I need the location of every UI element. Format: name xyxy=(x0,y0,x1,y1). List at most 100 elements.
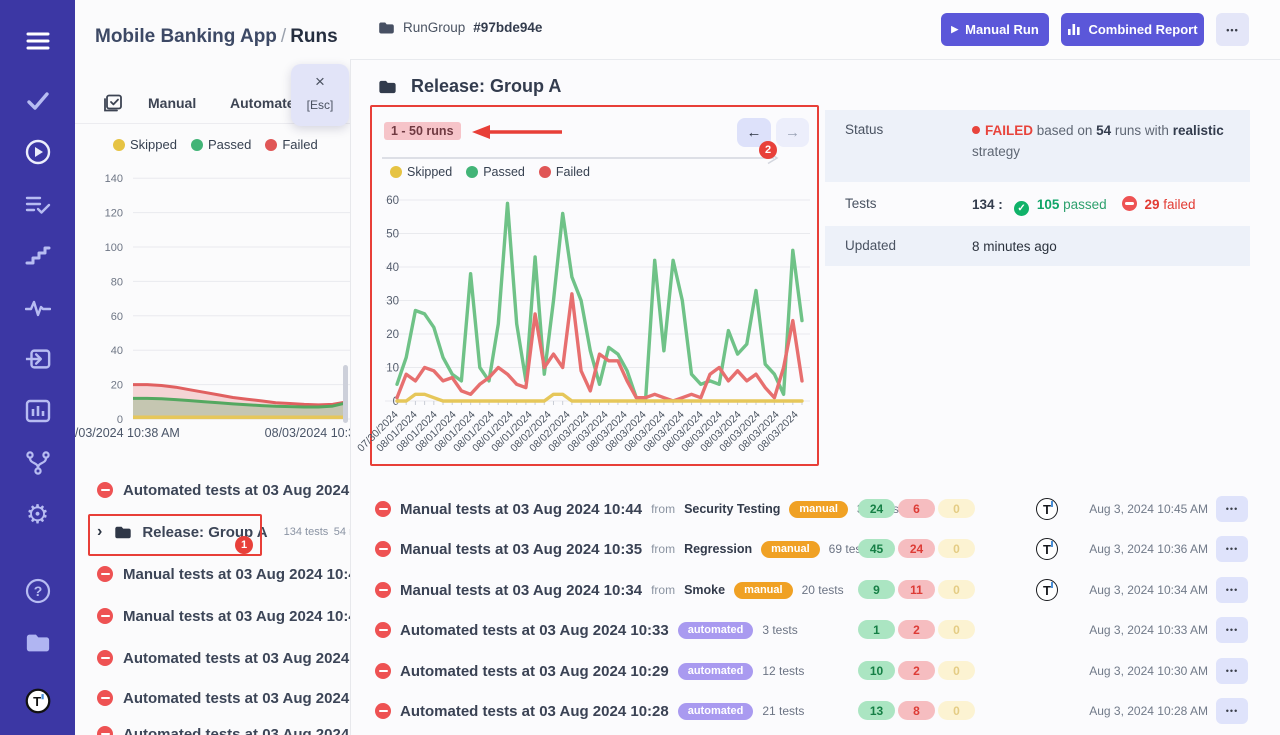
svg-text:0: 0 xyxy=(117,414,123,425)
run-type-badge: manual xyxy=(734,582,793,599)
from-suite[interactable]: Security Testing xyxy=(684,502,780,516)
import-icon[interactable] xyxy=(25,346,51,372)
close-icon[interactable]: × xyxy=(291,72,349,92)
next-page-button[interactable]: → xyxy=(776,118,809,147)
failed-status-icon xyxy=(375,663,391,679)
play-icon: ▶ xyxy=(951,24,958,35)
checklist-icon[interactable] xyxy=(103,94,123,119)
scrollbar[interactable] xyxy=(343,365,348,423)
failed-status-icon xyxy=(375,582,391,598)
svg-text:80: 80 xyxy=(111,276,123,288)
run-list-item[interactable]: Manual tests at 03 Aug 2024 10:43 xyxy=(97,562,351,586)
tests-value: 134 : ✓ 105 passed 29 failed xyxy=(972,184,1250,224)
svg-text:40: 40 xyxy=(111,345,123,357)
svg-text:120: 120 xyxy=(105,208,123,220)
run-row: Automated tests at 03 Aug 2024 10:28 auto… xyxy=(350,691,1280,731)
failed-dot xyxy=(265,139,277,151)
row-more-button[interactable]: ••• xyxy=(1216,617,1248,643)
run-title[interactable]: Automated tests at 03 Aug 2024 10:28 xyxy=(400,703,669,720)
run-title[interactable]: Automated tests at 03 Aug 2024 10 xyxy=(123,690,351,707)
branch-icon[interactable] xyxy=(25,450,51,476)
combined-report-button[interactable]: Combined Report xyxy=(1061,13,1204,46)
menu-icon[interactable] xyxy=(25,28,51,54)
back-arrow-icon: ← xyxy=(747,124,762,141)
close-panel-button[interactable]: × [Esc] xyxy=(291,64,349,126)
row-more-button[interactable]: ••• xyxy=(1216,536,1248,562)
help-icon[interactable]: ? xyxy=(25,578,51,604)
skipped-dot xyxy=(113,139,125,151)
logo-icon[interactable]: T xyxy=(25,688,51,714)
annotation-badge-2: 2 xyxy=(759,141,777,159)
row-more-button[interactable]: ••• xyxy=(1216,698,1248,724)
steps-icon[interactable] xyxy=(25,243,51,269)
more-icon: ••• xyxy=(1226,625,1238,635)
run-title[interactable]: Manual tests at 03 Aug 2024 10:44 xyxy=(400,501,642,518)
status-row: Status FAILED based on 54 runs with real… xyxy=(825,110,1250,182)
run-title[interactable]: Automated tests at 03 Aug 2024 1 xyxy=(123,726,351,735)
run-row: Manual tests at 03 Aug 2024 10:35fromReg… xyxy=(350,529,1280,569)
runs-range-label: 1 - 50 runs xyxy=(384,122,461,140)
run-title[interactable]: Automated tests at 03 Aug 2024 10 xyxy=(123,482,351,499)
from-suite[interactable]: Regression xyxy=(684,542,752,556)
run-date: Aug 3, 2024 10:36 AM xyxy=(1089,542,1208,556)
rungroup-header: RunGroup #97bde94e ▶ Manual Run Combined… xyxy=(350,0,1280,60)
run-list-item[interactable]: Automated tests at 03 Aug 2024 10 xyxy=(97,646,351,670)
avatar[interactable]: T xyxy=(1036,579,1058,601)
run-type-badge: automated xyxy=(678,703,754,720)
run-title[interactable]: Automated tests at 03 Aug 2024 10:33 xyxy=(400,622,669,639)
failed-dot xyxy=(539,166,551,178)
status-value: FAILED based on 54 runs with realistic s… xyxy=(972,110,1250,182)
skipped-dot xyxy=(390,166,402,178)
row-more-button[interactable]: ••• xyxy=(1216,577,1248,603)
more-icon: ••• xyxy=(1226,504,1238,514)
chevron-right-icon[interactable]: › xyxy=(97,523,102,541)
timeline-arrow-icon xyxy=(382,151,784,165)
row-more-button[interactable]: ••• xyxy=(1216,658,1248,684)
gear-icon[interactable]: ⚙ xyxy=(25,501,51,527)
failed-status-icon xyxy=(375,501,391,517)
section-header: Release: Group A xyxy=(378,76,561,97)
manual-run-button[interactable]: ▶ Manual Run xyxy=(941,13,1049,46)
run-title[interactable]: Manual tests at 03 Aug 2024 10:43 xyxy=(123,566,351,583)
from-suite[interactable]: Smoke xyxy=(684,583,725,597)
run-type-badge: manual xyxy=(761,541,820,558)
run-list-item[interactable]: Automated tests at 03 Aug 2024 10 xyxy=(97,478,351,502)
list-check-icon[interactable] xyxy=(25,192,51,218)
run-date: Aug 3, 2024 10:45 AM xyxy=(1089,502,1208,516)
run-list-item[interactable]: Manual tests at 03 Aug 2024 10:42 xyxy=(97,604,351,628)
section-title: Release: Group A xyxy=(411,76,561,97)
run-group-item[interactable]: ›Release: Group A134 tests 54 r xyxy=(97,520,351,544)
run-row: Manual tests at 03 Aug 2024 10:34 from Smo… xyxy=(350,570,1280,610)
from-label: from xyxy=(651,583,675,597)
run-title[interactable]: Automated tests at 03 Aug 2024 10:29 xyxy=(400,663,669,680)
report-icon[interactable] xyxy=(25,398,51,424)
row-more-button[interactable]: ••• xyxy=(1216,496,1248,522)
tab-manual[interactable]: Manual xyxy=(148,95,196,111)
failed-pill: 2 xyxy=(898,661,935,680)
avatar[interactable]: T xyxy=(1036,538,1058,560)
run-title[interactable]: Manual tests at 03 Aug 2024 10:35 xyxy=(400,541,642,558)
skipped-pill: 0 xyxy=(938,580,975,599)
esc-hint: [Esc] xyxy=(291,98,349,112)
folder-icon[interactable] xyxy=(25,630,51,656)
run-list-item[interactable]: Automated tests at 03 Aug 2024 1 xyxy=(97,722,351,735)
pulse-icon[interactable] xyxy=(25,295,51,321)
more-actions-button[interactable]: ••• xyxy=(1216,13,1249,46)
run-title[interactable]: Manual tests at 03 Aug 2024 10:34 xyxy=(400,582,642,599)
run-play-icon[interactable] xyxy=(25,139,51,165)
avatar[interactable]: T xyxy=(1036,498,1058,520)
run-list-item[interactable]: Automated tests at 03 Aug 2024 10 xyxy=(97,686,351,710)
run-title[interactable]: Manual tests at 03 Aug 2024 10:42 xyxy=(123,608,351,625)
failed-status-icon xyxy=(375,703,391,719)
failed-status-icon xyxy=(97,650,113,666)
failed-status-icon xyxy=(97,566,113,582)
app-sidebar: ⚙ ? T xyxy=(0,0,75,735)
project-title[interactable]: Mobile Banking App xyxy=(95,26,277,47)
check-icon[interactable] xyxy=(25,88,51,114)
passed-pill: 13 xyxy=(858,701,895,720)
passed-pill: 1 xyxy=(858,620,895,639)
failed-status-icon xyxy=(97,726,113,735)
run-title[interactable]: Automated tests at 03 Aug 2024 10 xyxy=(123,650,351,667)
run-date: Aug 3, 2024 10:33 AM xyxy=(1089,623,1208,637)
annotation-badge-1: 1 xyxy=(235,536,253,554)
